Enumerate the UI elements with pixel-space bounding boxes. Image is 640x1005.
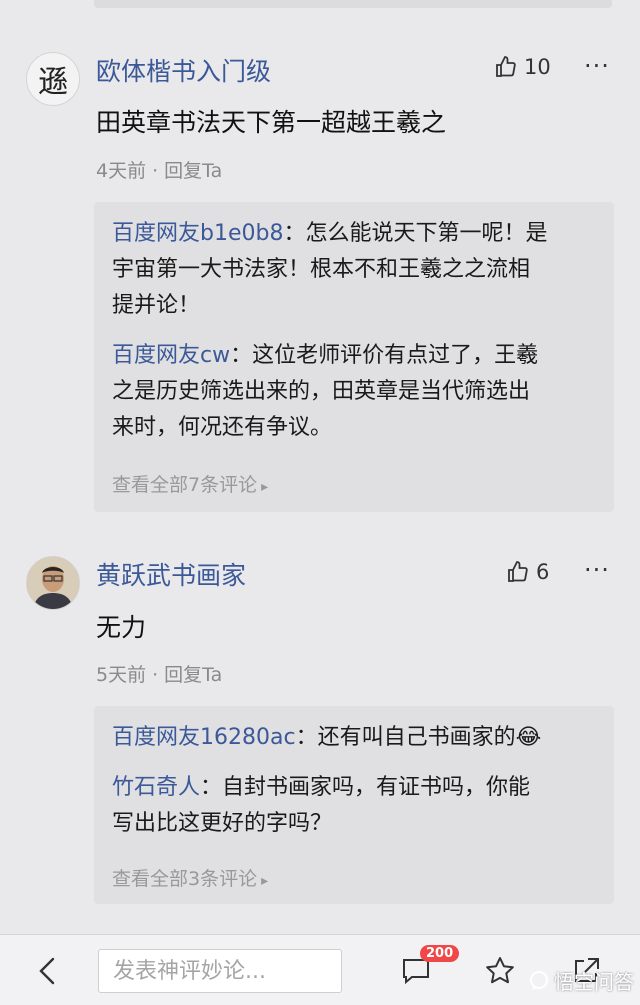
star-icon [486, 957, 514, 984]
previous-reply-block-edge [94, 0, 612, 8]
comment-input[interactable] [98, 949, 342, 993]
chevron-right-icon: ▸ [261, 873, 269, 889]
watermark: 悟空问答 [528, 966, 634, 995]
comment-meta: 5天前 · 回复Ta [96, 664, 223, 686]
person-photo-icon [27, 557, 79, 609]
replies-block: 百度网友16280ac：还有叫自己书画家的😂 竹石奇人：自封书画家吗，有证书吗，… [94, 706, 614, 904]
comment-time: 5天前 [96, 664, 147, 686]
comment-time: 4天前 [96, 160, 147, 182]
favorite-button[interactable] [480, 951, 520, 991]
like-count: 10 [524, 55, 551, 79]
like-button[interactable]: 6 [506, 560, 549, 584]
reply-colon: ： [230, 343, 253, 368]
replies-block: 百度网友b1e0b8：怎么能说天下第一呢！是 宇宙第一大书法家！根本不和王羲之之… [94, 202, 614, 512]
chevron-left-icon [39, 957, 55, 985]
reply-text-line: 还有叫自己书画家的😂 [317, 725, 542, 750]
avatar[interactable]: 遜 [26, 52, 80, 106]
reply-text-line: 怎么能说天下第一呢！是 [305, 221, 548, 246]
reply-text-line: 之是历史筛选出来的，田英章是当代筛选出 [112, 379, 531, 404]
comment-count-badge: 200 [420, 945, 460, 962]
reply-item: 百度网友cw：这位老师评价有点过了，王羲 之是历史筛选出来的，田英章是当代筛选出… [112, 338, 602, 446]
reply-link[interactable]: 回复Ta [164, 664, 222, 686]
view-all-label: 查看全部3条评论 [112, 868, 258, 890]
thumbs-up-icon [508, 561, 528, 582]
reply-text-line: 这位老师评价有点过了，王羲 [252, 343, 539, 368]
comment-meta: 4天前 · 回复Ta [96, 160, 223, 182]
view-all-label: 查看全部7条评论 [112, 474, 258, 496]
chat-bubble-logo-icon [530, 970, 548, 990]
comment-text: 无力 [96, 613, 147, 642]
chevron-right-icon: ▸ [261, 479, 269, 495]
back-button[interactable] [30, 953, 66, 989]
view-all-comments-link[interactable]: 查看全部7条评论 ▸ [112, 470, 268, 497]
more-icon[interactable]: ··· [584, 556, 610, 584]
reply-colon: ： [200, 775, 223, 800]
reply-item: 百度网友b1e0b8：怎么能说天下第一呢！是 宇宙第一大书法家！根本不和王羲之之… [112, 216, 602, 324]
more-icon[interactable]: ··· [584, 52, 610, 80]
reply-link[interactable]: 回复Ta [164, 160, 222, 182]
reply-author[interactable]: 百度网友b1e0b8 [112, 221, 283, 246]
reply-author[interactable]: 百度网友16280ac [112, 725, 296, 750]
thumbs-up-icon [496, 56, 516, 77]
reply-colon: ： [295, 725, 318, 750]
view-all-comments-link[interactable]: 查看全部3条评论 ▸ [112, 864, 268, 891]
comment-author[interactable]: 欧体楷书入门级 [96, 52, 271, 88]
reply-text-line: 写出比这更好的字吗？ [112, 811, 333, 836]
reply-item: 百度网友16280ac：还有叫自己书画家的😂 [112, 720, 602, 756]
reply-item: 竹石奇人：自封书画家吗，有证书吗，你能 写出比这更好的字吗？ [112, 770, 602, 842]
comment-author[interactable]: 黄跃武书画家 [96, 556, 246, 592]
reply-text-line: 来时，何况还有争议。 [112, 415, 333, 440]
reply-text-line: 自封书画家吗，有证书吗，你能 [222, 775, 531, 800]
reply-colon: ： [283, 221, 306, 246]
avatar[interactable] [26, 556, 80, 610]
like-button[interactable]: 10 [494, 55, 551, 79]
reply-author[interactable]: 竹石奇人 [112, 775, 200, 800]
like-count: 6 [536, 560, 550, 584]
reply-text-line: 提并论！ [112, 293, 201, 318]
comment-text: 田英章书法天下第一超越王羲之 [96, 108, 447, 137]
reply-text-line: 宇宙第一大书法家！根本不和王羲之之流相 [112, 257, 531, 282]
reply-author[interactable]: 百度网友cw [112, 343, 230, 368]
avatar-calligraphy-char: 遜 [38, 65, 68, 100]
watermark-text: 悟空问答 [554, 970, 634, 994]
